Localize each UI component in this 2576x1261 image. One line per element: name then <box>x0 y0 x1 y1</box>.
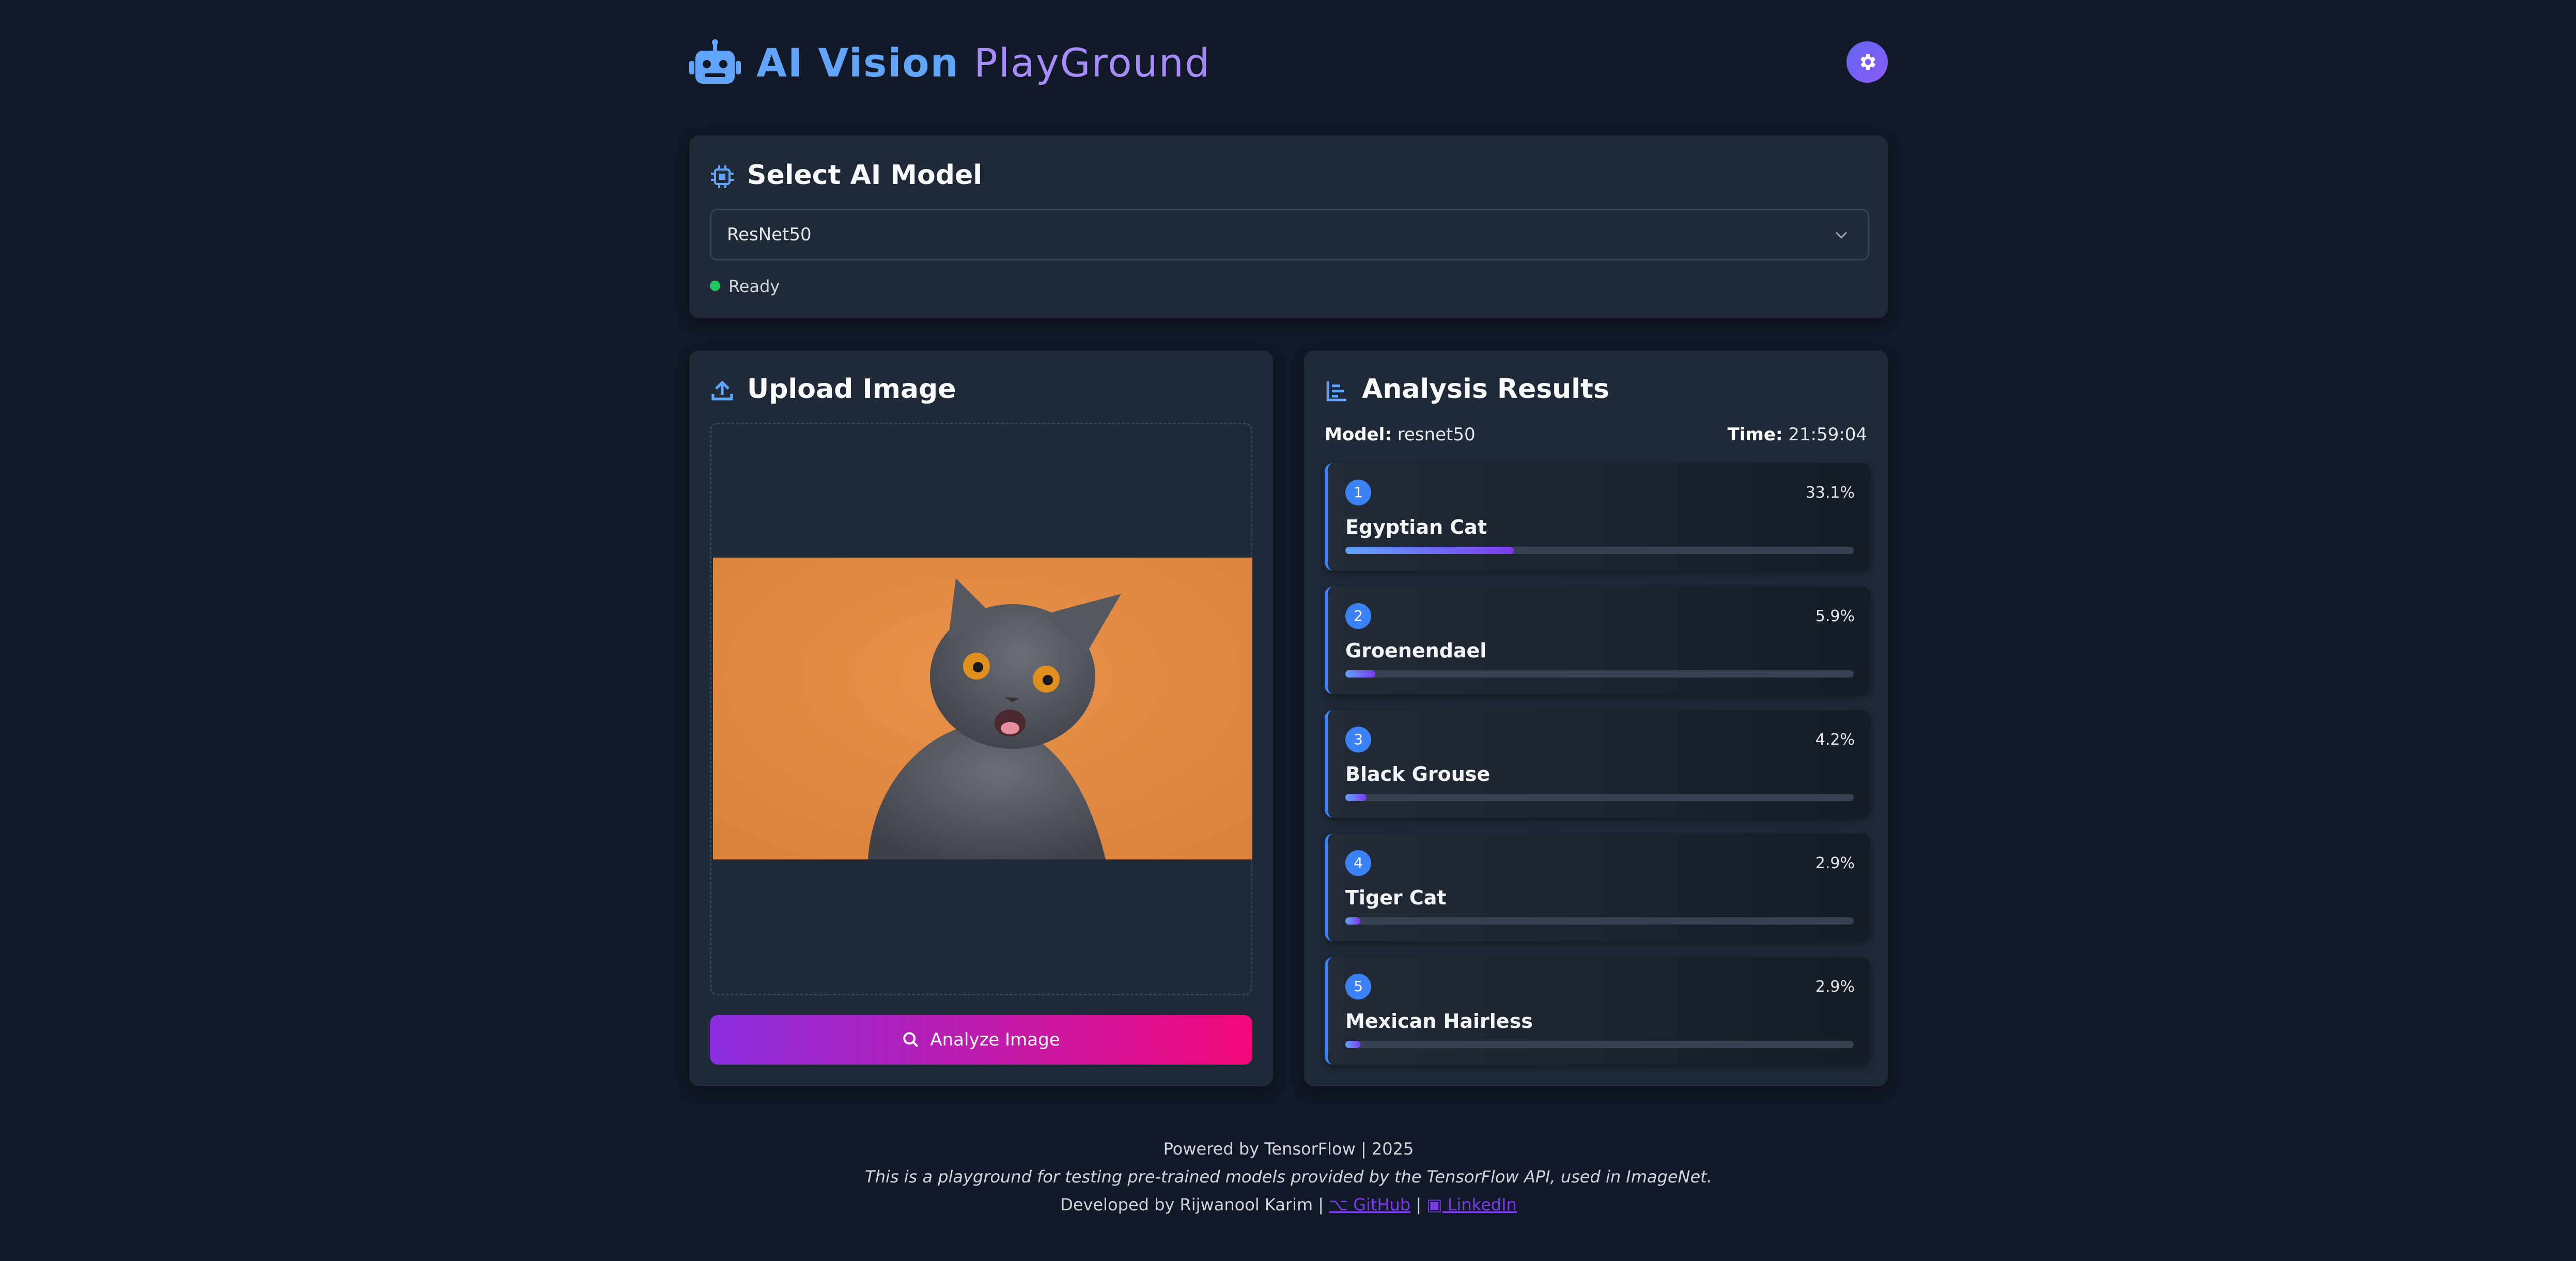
github-icon: ⌥ <box>1329 1195 1348 1214</box>
results-section-title-text: Analysis Results <box>1362 374 1609 405</box>
footer-powered: Powered by TensorFlow | 2025 <box>1163 1139 1414 1159</box>
result-label: Groenendael <box>1345 639 1487 662</box>
linkedin-link-text: LinkedIn <box>1447 1195 1517 1214</box>
chevron-down-icon <box>1835 232 1848 239</box>
result-rank: 2 <box>1345 603 1371 629</box>
linkedin-link[interactable]: ▣ LinkedIn <box>1426 1195 1517 1214</box>
header: AI Vision PlayGround <box>689 37 1888 89</box>
result-rank: 4 <box>1345 850 1371 876</box>
uploaded-image <box>713 558 1252 859</box>
status-text: Ready <box>728 276 780 296</box>
upload-section-title-text: Upload Image <box>747 374 956 405</box>
confidence-bar <box>1345 917 1854 925</box>
app-title-part2: PlayGround <box>974 40 1211 86</box>
result-item: 3 4.2% Black Grouse <box>1325 710 1870 818</box>
image-dropzone[interactable] <box>710 423 1252 995</box>
result-label: Black Grouse <box>1345 763 1491 786</box>
result-label: Tiger Cat <box>1345 886 1447 909</box>
results-meta: Model: resnet50 Time: 21:59:04 <box>1325 422 1867 448</box>
upload-icon <box>711 380 733 401</box>
result-item: 5 2.9% Mexican Hairless <box>1325 957 1870 1065</box>
footer-description: This is a playground for testing pre-tra… <box>865 1167 1712 1187</box>
analyze-button-label: Analyze Image <box>930 1029 1060 1050</box>
results-section-title: Analysis Results <box>1325 371 1609 407</box>
robot-icon <box>689 39 741 84</box>
result-percent: 2.9% <box>1815 978 1855 996</box>
model-select[interactable]: ResNet50 <box>710 209 1869 260</box>
app-title-part1: AI Vision <box>756 40 959 86</box>
result-rank: 1 <box>1345 480 1371 505</box>
model-label: Model: <box>1325 424 1392 445</box>
model-section-title: Select AI Model <box>710 157 982 193</box>
model-status: Ready <box>710 275 780 298</box>
results-card: Analysis Results Model: resnet50 Time: 2… <box>1304 350 1888 1086</box>
search-icon <box>903 1032 919 1048</box>
model-selection-card: Select AI Model ResNet50 Ready <box>689 135 1888 318</box>
result-item: 1 33.1% Egyptian Cat <box>1325 463 1870 571</box>
analyze-button[interactable]: Analyze Image <box>710 1015 1252 1065</box>
footer-developer-line: Developed by Rijwanool Karim | ⌥ GitHub … <box>689 1191 1888 1219</box>
app-title: AI Vision PlayGround <box>756 37 1211 89</box>
github-link[interactable]: ⌥ GitHub <box>1329 1195 1410 1214</box>
result-label: Mexican Hairless <box>1345 1010 1533 1033</box>
chip-icon <box>711 165 734 188</box>
result-label: Egyptian Cat <box>1345 516 1487 539</box>
model-value: resnet50 <box>1397 424 1476 445</box>
status-dot <box>710 281 720 291</box>
result-rank: 5 <box>1345 974 1371 999</box>
model-section-title-text: Select AI Model <box>747 160 983 191</box>
footer-developer: Developed by Rijwanool Karim | <box>1060 1195 1324 1214</box>
upload-card: Upload Image Analyze Image <box>689 350 1273 1086</box>
result-percent: 33.1% <box>1805 484 1855 502</box>
result-percent: 2.9% <box>1815 854 1855 872</box>
footer: Powered by TensorFlow | 2025 This is a p… <box>689 1135 1888 1219</box>
linkedin-icon: ▣ <box>1426 1195 1442 1214</box>
confidence-bar-fill <box>1345 794 1367 801</box>
upload-section-title: Upload Image <box>710 371 956 407</box>
result-rank: 3 <box>1345 727 1371 752</box>
confidence-bar <box>1345 670 1854 678</box>
github-link-text: GitHub <box>1353 1195 1411 1214</box>
confidence-bar <box>1345 547 1854 554</box>
confidence-bar-fill <box>1345 547 1514 554</box>
model-info: Model: resnet50 <box>1325 424 1476 445</box>
confidence-bar-fill <box>1345 917 1360 925</box>
confidence-bar <box>1345 1041 1854 1048</box>
confidence-bar <box>1345 794 1854 801</box>
result-percent: 5.9% <box>1815 607 1855 625</box>
gear-icon <box>1860 54 1875 70</box>
confidence-bar-fill <box>1345 1041 1360 1048</box>
time-value: 21:59:04 <box>1788 424 1867 445</box>
result-item: 4 2.9% Tiger Cat <box>1325 834 1870 941</box>
settings-button[interactable] <box>1846 41 1888 83</box>
result-item: 2 5.9% Groenendael <box>1325 587 1870 694</box>
time-label: Time: <box>1727 424 1783 445</box>
confidence-bar-fill <box>1345 670 1376 678</box>
result-percent: 4.2% <box>1815 731 1855 749</box>
time-info: Time: 21:59:04 <box>1728 422 1867 448</box>
footer-separator: | <box>1416 1195 1422 1214</box>
model-select-value: ResNet50 <box>727 224 812 245</box>
bar-chart-icon <box>1326 381 1346 402</box>
